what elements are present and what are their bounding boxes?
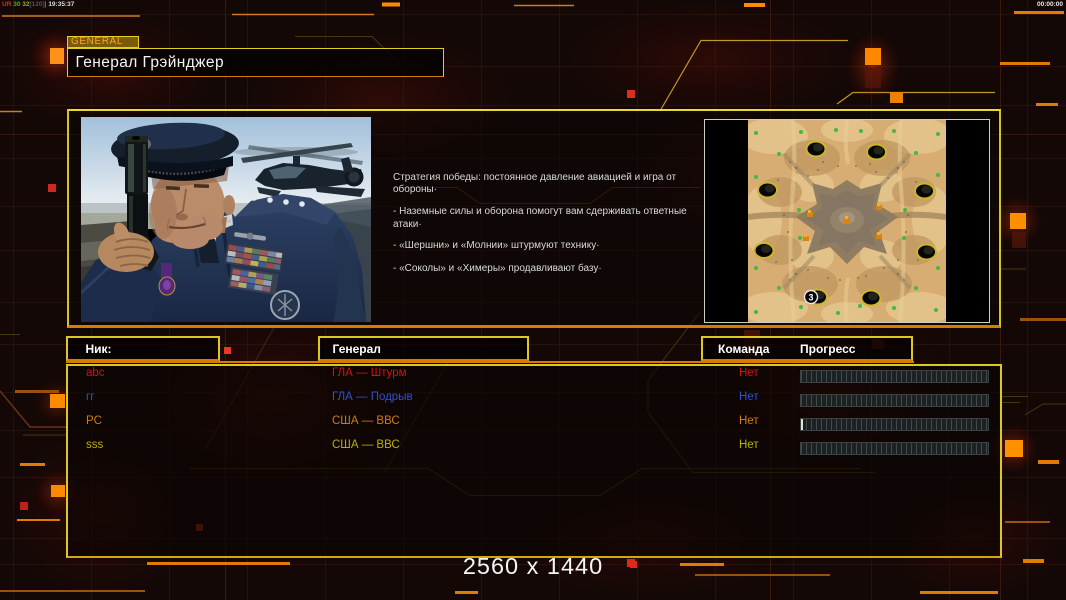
svg-text:3: 3 [808, 292, 813, 302]
